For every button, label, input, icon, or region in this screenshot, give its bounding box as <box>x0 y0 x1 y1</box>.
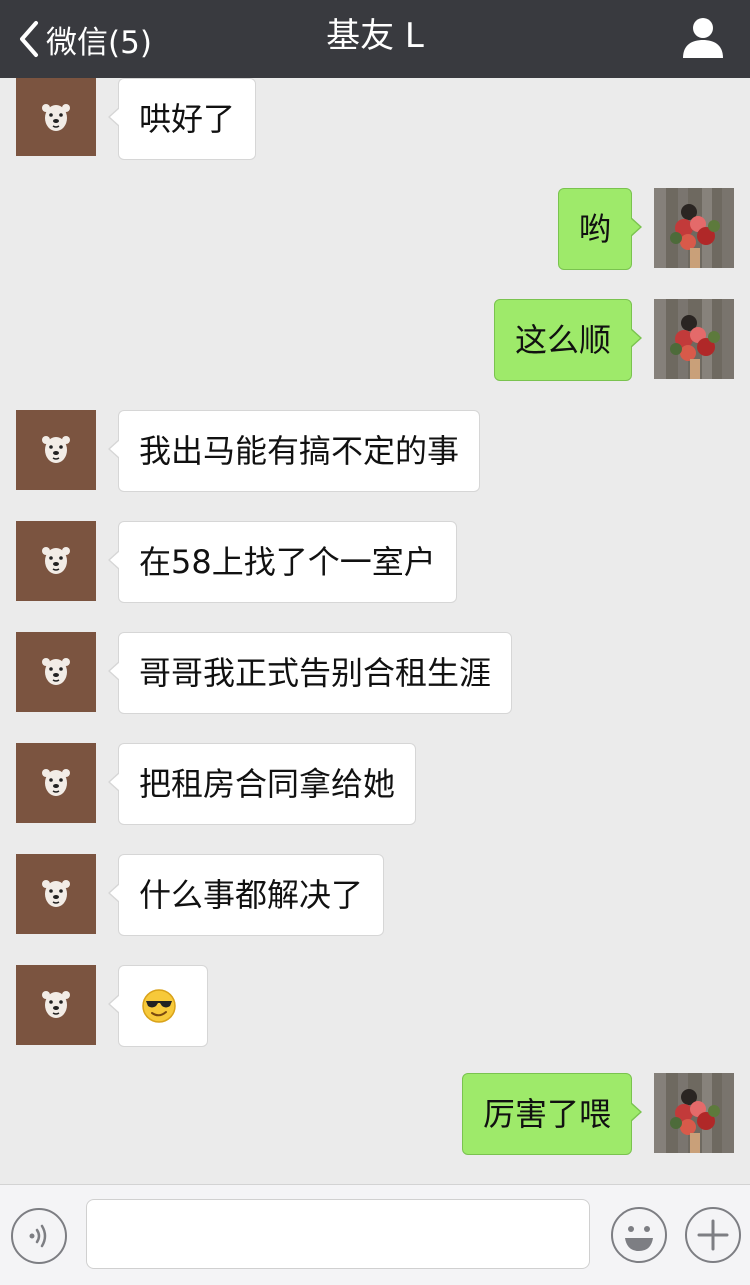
message-row: 什么事都解决了 <box>0 854 750 936</box>
bear-face-icon <box>16 743 96 823</box>
back-button[interactable]: 微信(5) <box>18 0 152 78</box>
flower-photo-icon <box>654 1073 734 1153</box>
input-bar <box>0 1184 750 1285</box>
bear-face-icon <box>16 854 96 934</box>
message-row: 把租房合同拿给她 <box>0 743 750 825</box>
message-row: 哥哥我正式告别合租生涯 <box>0 632 750 714</box>
contact-avatar[interactable] <box>16 854 96 934</box>
message-input[interactable] <box>86 1199 590 1269</box>
chat-area[interactable]: 哄好了 哟 这么顺 我出马能有搞不定的事 在58上找了个一室户 哥哥我正式告别合… <box>0 78 750 1184</box>
bear-face-icon <box>16 410 96 490</box>
message-row: 厉害了喂 <box>0 1073 750 1155</box>
message-bubble[interactable]: 在58上找了个一室户 <box>108 521 457 603</box>
bear-face-icon <box>16 521 96 601</box>
plus-icon[interactable] <box>684 1206 742 1264</box>
person-icon[interactable] <box>680 14 726 60</box>
message-row: 这么顺 <box>0 299 750 381</box>
message-bubble[interactable]: 厉害了喂 <box>461 1073 643 1155</box>
bear-face-icon <box>16 632 96 712</box>
message-bubble[interactable]: 哟 <box>557 188 643 270</box>
message-bubble[interactable]: 哥哥我正式告别合租生涯 <box>107 632 513 714</box>
self-avatar[interactable] <box>654 188 734 268</box>
message-row: 哟 <box>0 188 750 270</box>
cool-sunglasses-emoji-icon <box>142 989 176 1023</box>
navigation-bar: 微信(5) 基友 L <box>0 0 750 78</box>
contact-avatar[interactable] <box>16 632 96 712</box>
flower-photo-icon <box>654 188 734 268</box>
message-row: 在58上找了个一室户 <box>0 521 750 603</box>
contact-avatar[interactable] <box>16 78 96 156</box>
message-bubble[interactable]: 这么顺 <box>493 299 643 381</box>
message-row: 哄好了 <box>0 78 750 160</box>
message-row: 我出马能有搞不定的事 <box>0 410 750 492</box>
self-avatar[interactable] <box>654 299 734 379</box>
flower-photo-icon <box>654 299 734 379</box>
message-bubble[interactable]: 我出马能有搞不定的事 <box>107 410 481 492</box>
message-row <box>0 965 750 1047</box>
smiley-icon[interactable] <box>610 1206 668 1264</box>
chevron-left-icon <box>20 21 38 57</box>
self-avatar[interactable] <box>654 1073 734 1153</box>
bear-face-icon <box>16 78 96 156</box>
message-bubble[interactable]: 哄好了 <box>107 78 257 160</box>
contact-avatar[interactable] <box>16 743 96 823</box>
message-bubble[interactable]: 把租房合同拿给她 <box>107 743 417 825</box>
message-bubble[interactable] <box>108 965 208 1047</box>
message-bubble[interactable]: 什么事都解决了 <box>107 854 385 936</box>
contact-avatar[interactable] <box>16 410 96 490</box>
contact-avatar[interactable] <box>16 521 96 601</box>
bear-face-icon <box>16 965 96 1045</box>
contact-avatar[interactable] <box>16 965 96 1045</box>
back-label: 微信(5) <box>46 24 152 61</box>
voice-icon[interactable] <box>10 1207 68 1265</box>
